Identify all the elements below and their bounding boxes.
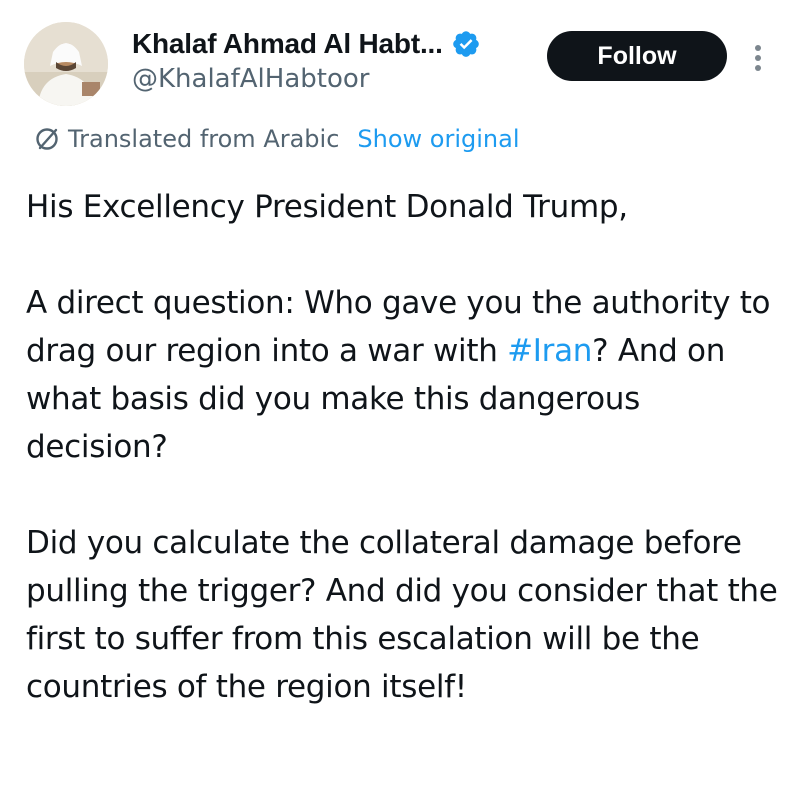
tweet-body: His Excellency President Donald Trump, A… (26, 183, 786, 711)
avatar[interactable] (24, 22, 108, 106)
tweet-greeting: His Excellency President Donald Trump, (26, 189, 628, 225)
avatar-photo (24, 22, 108, 106)
translate-icon (34, 126, 60, 152)
more-vertical-icon[interactable] (746, 38, 770, 78)
tweet-paragraph-question: A direct question: Who gave you the auth… (26, 279, 786, 471)
verified-badge-icon (451, 29, 481, 59)
author-handle[interactable]: @KhalafAlHabtoor (132, 64, 369, 94)
hashtag-link[interactable]: #Iran (507, 333, 592, 369)
show-original-link[interactable]: Show original (357, 125, 519, 153)
author-name-row: Khalaf Ahmad Al Habt... (132, 24, 481, 64)
follow-button[interactable]: Follow (547, 31, 727, 81)
tweet-paragraph-damage: Did you calculate the collateral damage … (26, 525, 778, 705)
author-display-name[interactable]: Khalaf Ahmad Al Habt... (132, 28, 443, 60)
translation-label: Translated from Arabic (68, 125, 340, 153)
translation-bar: Translated from Arabic Show original (34, 122, 520, 156)
